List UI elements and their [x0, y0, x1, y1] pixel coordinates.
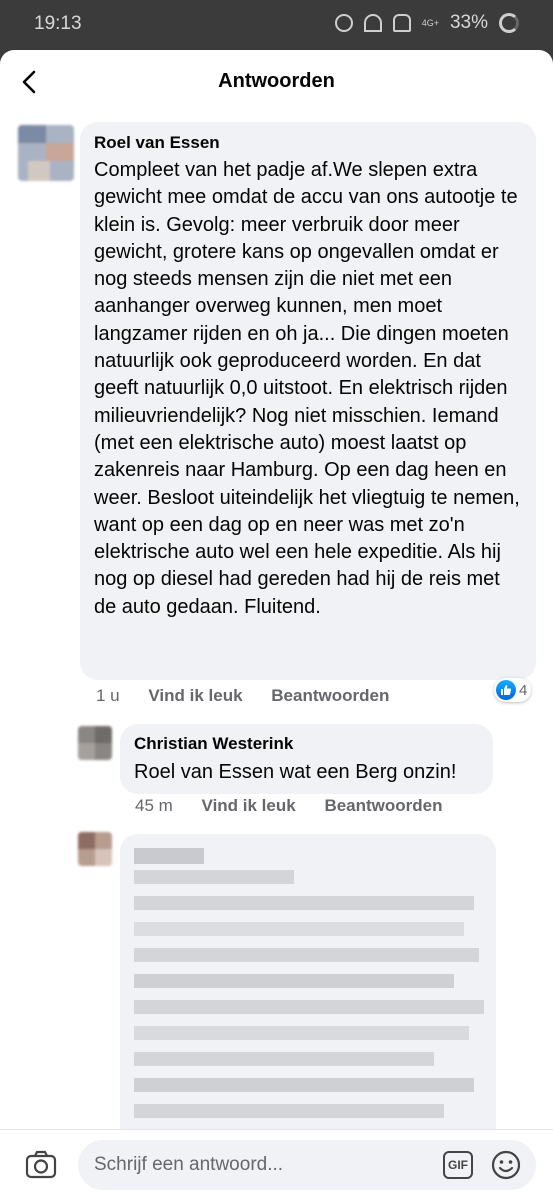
redacted-line [134, 870, 294, 884]
page-title: Antwoorden [218, 70, 335, 92]
battery-icon [499, 13, 519, 33]
comment-actions: 1 u Vind ik leuk Beantwoorden [96, 686, 413, 706]
redacted-line [134, 896, 474, 910]
avatar[interactable] [78, 832, 112, 866]
comment-text: Compleet van het padje af.We slepen extr… [94, 159, 520, 618]
header: Antwoorden [0, 50, 553, 116]
redacted-line [134, 1000, 484, 1014]
comment-bubble: Roel van Essen Compleet van het padje af… [80, 122, 536, 680]
redacted-comment-bubble [120, 834, 496, 1144]
comment-time: 1 u [96, 686, 120, 705]
like-button[interactable]: Vind ik leuk [202, 796, 296, 815]
comment-time: 45 m [135, 796, 173, 815]
status-bar: 19:13 4G+ 33% [0, 0, 553, 50]
redacted-line [134, 1078, 474, 1092]
reaction-count: 4 [519, 681, 528, 699]
comment-bubble: Christian Westerink Roel van Essen wat e… [120, 724, 493, 794]
reply-button[interactable]: Beantwoorden [324, 796, 442, 815]
gif-icon[interactable]: GIF [443, 1151, 473, 1179]
camera-icon[interactable] [24, 1148, 58, 1182]
reply-composer: Schrijf een antwoord... GIF [0, 1129, 553, 1200]
avatar[interactable] [78, 726, 112, 760]
mute-icon [392, 14, 411, 32]
reply-input-placeholder: Schrijf een antwoord... [94, 1154, 284, 1175]
battery-percentage: 33% [449, 12, 488, 33]
alarm-icon [334, 14, 353, 32]
replies-sheet: Antwoorden Roel van Essen Compleet van h… [0, 50, 553, 1200]
comment-text: Roel van Essen wat een Berg onzin! [134, 761, 457, 783]
status-icons: 4G+ 33% [334, 12, 519, 34]
hotspot-icon [363, 14, 382, 32]
network-icon: 4G+ [421, 17, 439, 28]
redacted-line [134, 1052, 434, 1066]
reply-button[interactable]: Beantwoorden [271, 686, 389, 705]
comment-actions: 45 m Vind ik leuk Beantwoorden [135, 796, 467, 816]
redacted-line [134, 974, 454, 988]
like-button[interactable]: Vind ik leuk [148, 686, 242, 705]
status-time: 19:13 [34, 13, 82, 34]
redacted-author [134, 848, 204, 864]
redacted-line [134, 948, 479, 962]
comment-author[interactable]: Roel van Essen [94, 133, 220, 153]
emoji-icon[interactable] [490, 1149, 522, 1181]
comment-author[interactable]: Christian Westerink [134, 734, 293, 754]
redacted-line [134, 1104, 444, 1118]
avatar[interactable] [18, 125, 74, 181]
reaction-badge[interactable]: 4 [494, 678, 532, 702]
like-icon [496, 680, 516, 700]
redacted-line [134, 922, 464, 936]
redacted-line [134, 1026, 469, 1040]
